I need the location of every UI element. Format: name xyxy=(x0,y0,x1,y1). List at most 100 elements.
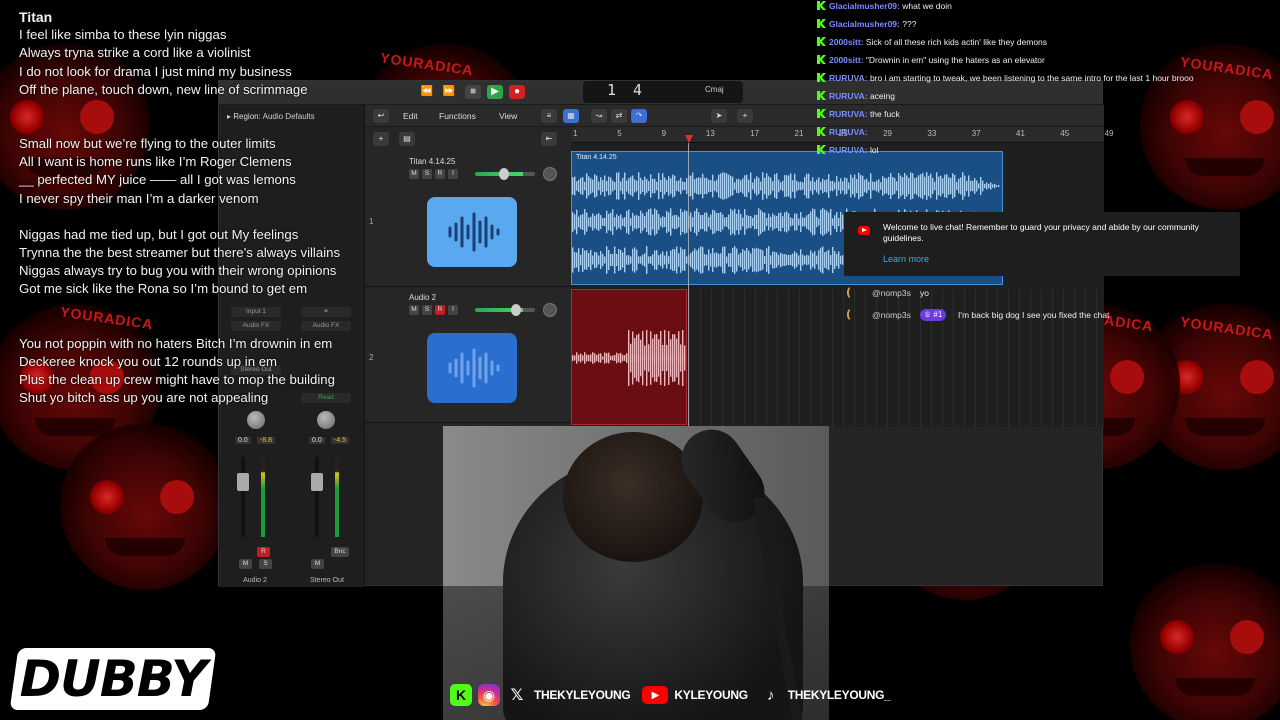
track-name[interactable]: Audio 2 xyxy=(409,293,436,302)
chat-username[interactable]: RURUVA: xyxy=(829,91,868,101)
waveform-sample xyxy=(824,209,826,235)
yt-username[interactable]: @nomp3s xyxy=(872,308,911,322)
snap-icon[interactable]: ↝ xyxy=(591,109,607,123)
waveform-sample xyxy=(642,254,644,266)
waveform-sample xyxy=(588,176,590,196)
waveform-sample xyxy=(648,344,650,372)
waveform-sample xyxy=(738,209,740,235)
waveform-sample xyxy=(988,183,990,189)
stop-icon[interactable]: ■ xyxy=(465,85,481,99)
waveform-sample xyxy=(626,353,628,363)
mute-button[interactable]: M xyxy=(311,559,324,569)
solo-button[interactable]: S xyxy=(259,559,272,569)
waveform-sample xyxy=(602,218,604,226)
waveform-sample xyxy=(652,338,654,378)
mute-button[interactable]: M xyxy=(409,305,419,315)
waveform-sample xyxy=(726,217,728,227)
waveform-sample xyxy=(594,353,596,363)
arrange-area[interactable]: Titan 4.14.25 xyxy=(571,143,1104,427)
fast-forward-icon[interactable]: ⏩ xyxy=(441,85,457,99)
yt-username[interactable]: @nomp3s xyxy=(872,286,911,300)
chat-text: the fuck xyxy=(869,109,900,119)
waveform-sample xyxy=(614,355,616,361)
playhead-line[interactable] xyxy=(688,143,689,427)
waveform-sample xyxy=(760,209,762,235)
catch-icon[interactable]: ↷ xyxy=(631,109,647,123)
waveform-sample xyxy=(660,179,662,193)
fader-handle-left[interactable] xyxy=(237,473,249,491)
record-arm-button[interactable]: R xyxy=(435,305,445,315)
chat-username[interactable]: RURUVA: xyxy=(829,145,868,155)
track-volume-slider[interactable] xyxy=(475,308,535,312)
record-arm-button[interactable]: R xyxy=(435,169,445,179)
waveform-sample xyxy=(744,250,746,270)
chat-username[interactable]: RURUVA: xyxy=(829,73,868,83)
waveform-sample xyxy=(586,212,588,232)
learn-more-link[interactable]: Learn more xyxy=(883,254,929,264)
waveform-sample xyxy=(656,334,658,382)
track-pan-knob[interactable] xyxy=(543,167,557,181)
chat-username[interactable]: 2000sitt: xyxy=(829,55,864,65)
waveform-sample xyxy=(632,331,634,385)
flex-icon[interactable]: ⇄ xyxy=(611,109,627,123)
chat-username[interactable]: 2000sitt: xyxy=(829,37,864,47)
collapse-icon[interactable]: ⇤ xyxy=(541,132,557,146)
waveform-sample xyxy=(672,249,674,271)
lyric-line: Off the plane, touch down, new line of s… xyxy=(19,81,308,97)
menu-view[interactable]: View xyxy=(499,111,517,121)
waveform-sample xyxy=(994,183,996,189)
waveform-sample xyxy=(724,246,726,274)
playhead-marker[interactable] xyxy=(685,135,693,143)
waveform-sample xyxy=(838,217,840,227)
chat-username[interactable]: RURUVA: xyxy=(829,109,868,119)
solo-button[interactable]: S xyxy=(422,169,432,179)
record-icon[interactable]: ● xyxy=(509,85,525,99)
menu-edit[interactable]: Edit xyxy=(403,111,418,121)
waveform-sample xyxy=(628,330,630,386)
waveform-sample xyxy=(794,173,796,199)
grid-view-icon[interactable]: ▦ xyxy=(563,109,579,123)
chat-username[interactable]: RURUVA: xyxy=(829,127,868,137)
waveform-sample xyxy=(610,212,612,232)
chat-username[interactable]: Glacialmusher09: xyxy=(829,1,900,11)
menu-functions[interactable]: Functions xyxy=(439,111,476,121)
lyric-line: I do not look for drama I just mind my b… xyxy=(19,63,292,79)
track-name[interactable]: Titan 4.14.25 xyxy=(409,157,455,166)
fader-handle-right[interactable] xyxy=(311,473,323,491)
lyric-line: Shut yo bitch ass up you are not appeali… xyxy=(19,390,269,406)
pan-knob-right[interactable] xyxy=(317,411,335,429)
chat-username[interactable]: Glacialmusher09: xyxy=(829,19,900,29)
audio-region-audio2[interactable] xyxy=(571,289,687,425)
waveform-sample xyxy=(816,179,818,193)
waveform-sample xyxy=(582,355,584,361)
bounce-button[interactable]: Bnc xyxy=(331,547,349,557)
waveform-sample xyxy=(982,180,984,192)
waveform-sample xyxy=(628,255,630,265)
solo-button[interactable]: S xyxy=(422,305,432,315)
waveform-sample xyxy=(580,214,582,230)
mute-button[interactable]: M xyxy=(409,169,419,179)
track-volume-handle[interactable] xyxy=(499,168,509,180)
pencil-tool-icon[interactable]: + xyxy=(737,109,753,123)
waveform-sample xyxy=(638,256,640,264)
pan-knob-left[interactable] xyxy=(247,411,265,429)
folder-icon[interactable]: ▤ xyxy=(399,132,415,146)
list-view-icon[interactable]: ≡ xyxy=(541,109,557,123)
input-monitor-button[interactable]: I xyxy=(448,305,458,315)
input-monitor-button[interactable]: I xyxy=(448,169,458,179)
play-icon[interactable]: ▶ xyxy=(487,85,503,99)
rewind-icon[interactable]: ⏪ xyxy=(419,85,435,99)
waveform-sample xyxy=(604,352,606,364)
waveform-sample xyxy=(574,214,576,230)
waveform-sample xyxy=(814,181,816,191)
pointer-tool-icon[interactable]: ➤ xyxy=(711,109,727,123)
track-volume-handle[interactable] xyxy=(511,304,521,316)
mute-button[interactable]: M xyxy=(239,559,252,569)
waveform-sample xyxy=(720,173,722,199)
waveform-sample xyxy=(922,172,924,200)
waveform-sample xyxy=(784,212,786,232)
record-arm-button[interactable]: R xyxy=(257,547,270,557)
track-pan-knob[interactable] xyxy=(543,303,557,317)
waveform-sample xyxy=(584,250,586,270)
waveform-sample xyxy=(792,218,794,226)
